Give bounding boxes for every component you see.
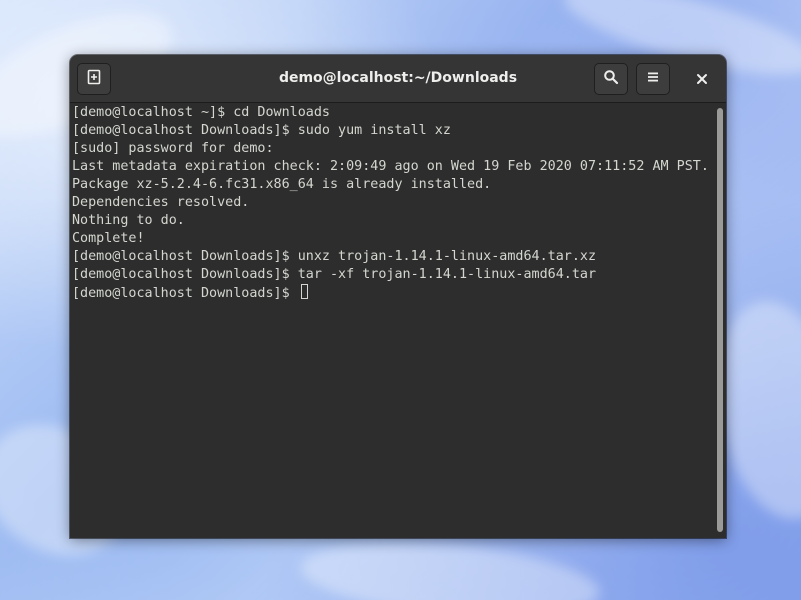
terminal-line: Nothing to do. <box>72 213 185 228</box>
wallpaper-stroke <box>297 532 603 600</box>
terminal-line: Dependencies resolved. <box>72 195 250 210</box>
terminal-line: [demo@localhost Downloads]$ tar -xf troj… <box>72 267 597 282</box>
close-button[interactable] <box>686 63 718 95</box>
terminal-line: Last metadata expiration check: 2:09:49 … <box>72 159 709 174</box>
terminal-line: Package xz-5.2.4-6.fc31.x86_64 is alread… <box>72 177 492 192</box>
menu-button[interactable] <box>636 63 670 95</box>
headerbar: demo@localhost:~/Downloads <box>70 55 726 103</box>
terminal-scrollbar[interactable] <box>714 103 726 538</box>
terminal-window: demo@localhost:~/Downloads [demo@localho… <box>70 55 726 538</box>
terminal-prompt-line: [demo@localhost Downloads]$ <box>72 286 298 301</box>
terminal-line: [demo@localhost ~]$ cd Downloads <box>72 105 330 120</box>
terminal-cursor <box>300 284 308 299</box>
terminal-line: [demo@localhost Downloads]$ unxz trojan-… <box>72 249 597 264</box>
terminal-output: [demo@localhost ~]$ cd Downloads [demo@l… <box>72 104 709 303</box>
window-title: demo@localhost:~/Downloads <box>278 70 518 86</box>
search-icon <box>603 69 619 89</box>
terminal-line: [demo@localhost Downloads]$ sudo yum ins… <box>72 123 451 138</box>
search-button[interactable] <box>594 63 628 95</box>
close-icon <box>696 70 708 89</box>
scrollbar-thumb[interactable] <box>717 108 723 532</box>
hamburger-menu-icon <box>645 69 661 89</box>
terminal-line: [sudo] password for demo: <box>72 141 274 156</box>
terminal-line: Complete! <box>72 231 145 246</box>
terminal-area[interactable]: [demo@localhost ~]$ cd Downloads [demo@l… <box>70 103 714 538</box>
new-tab-button[interactable] <box>77 63 111 95</box>
new-tab-plus-icon <box>86 69 102 89</box>
